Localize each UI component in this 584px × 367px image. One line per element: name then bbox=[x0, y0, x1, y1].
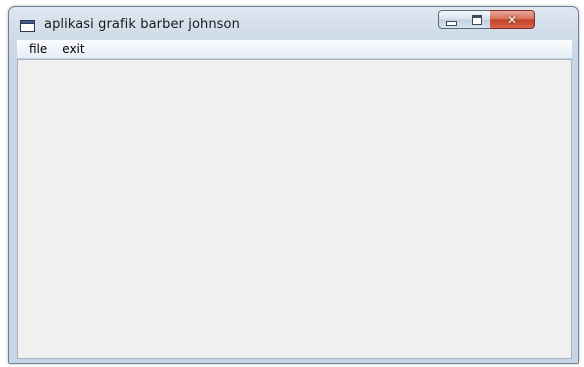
close-icon: ✕ bbox=[506, 12, 518, 27]
window-title: aplikasi grafik barber johnson bbox=[44, 17, 240, 32]
menu-item-exit[interactable]: exit bbox=[54, 42, 91, 56]
app-window-icon bbox=[20, 20, 35, 32]
minimize-button[interactable] bbox=[438, 10, 465, 29]
minimize-icon bbox=[446, 20, 457, 26]
menu-bar: file exit bbox=[17, 40, 572, 59]
menu-item-file[interactable]: file bbox=[17, 42, 54, 56]
close-button[interactable]: ✕ bbox=[490, 10, 535, 29]
maximize-button[interactable] bbox=[464, 10, 491, 29]
maximize-icon bbox=[472, 14, 482, 25]
application-window: aplikasi grafik barber johnson ✕ file ex… bbox=[8, 6, 579, 364]
title-bar[interactable]: aplikasi grafik barber johnson ✕ bbox=[9, 7, 578, 39]
client-area bbox=[17, 59, 572, 359]
